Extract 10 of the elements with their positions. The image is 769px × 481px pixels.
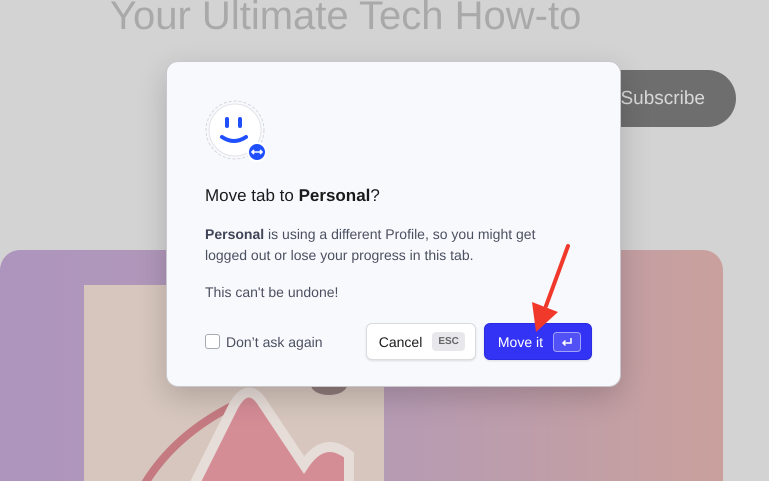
checkbox-label: Don’t ask again (226, 334, 323, 350)
cancel-button[interactable]: Cancel ESC (366, 323, 476, 360)
shortcut-key: ESC (432, 332, 465, 351)
move-it-button[interactable]: Move it (484, 323, 592, 360)
dialog-message: Personal is using a different Profile, so you might get logged out or lose your progress in this tab. (205, 225, 536, 265)
smiley-avatar-icon (205, 100, 269, 164)
checkbox[interactable] (205, 334, 220, 349)
warning-text: This can't be undone! (205, 284, 340, 300)
dialog-title: Move tab to Personal? (205, 186, 381, 206)
return-key-icon (553, 332, 581, 352)
